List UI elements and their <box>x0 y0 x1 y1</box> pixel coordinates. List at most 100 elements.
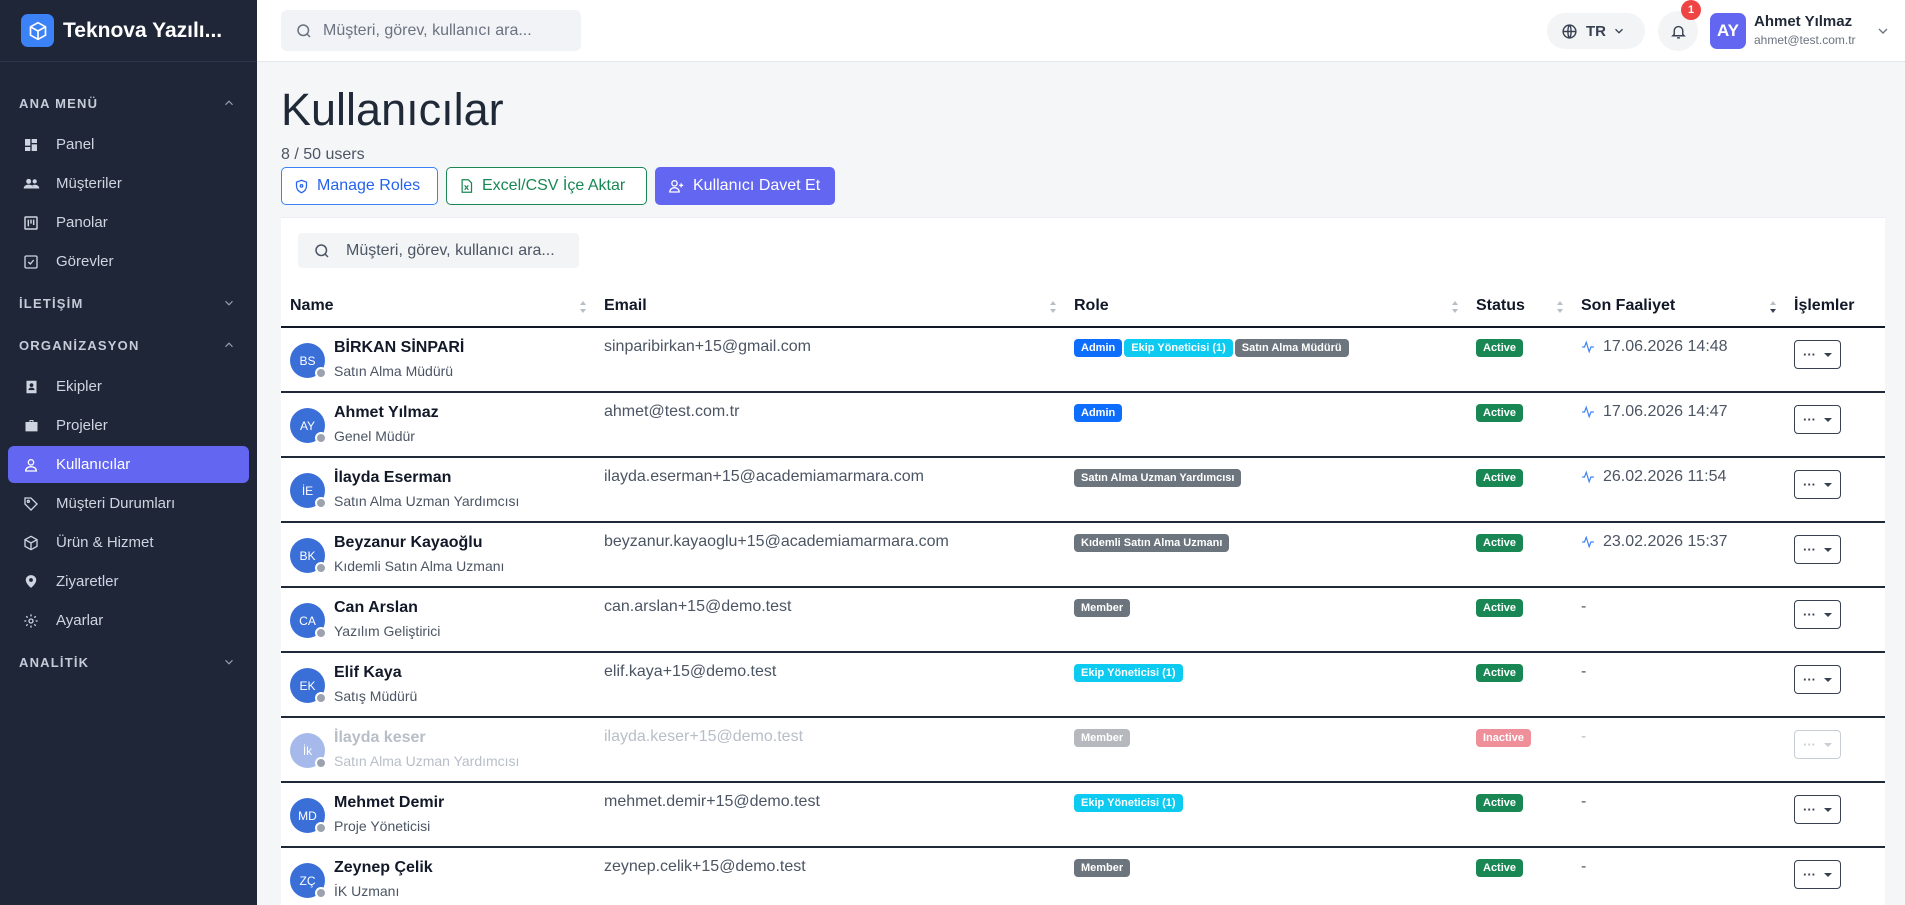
row-actions-dropdown[interactable]: ··· <box>1794 405 1841 434</box>
manage-roles-button[interactable]: Manage Roles <box>281 167 438 205</box>
user-plus-icon <box>669 180 684 193</box>
caret-down-icon <box>1824 547 1832 552</box>
column-header-email[interactable]: Email <box>595 285 1065 328</box>
activity-icon <box>1582 405 1594 419</box>
column-header-role[interactable]: Role <box>1065 285 1467 328</box>
column-header-name[interactable]: Name <box>281 285 595 328</box>
table-row[interactable]: EK Elif Kaya Satış Müdürü elif.kaya+15@demo… <box>281 652 1885 718</box>
user-avatar[interactable]: AY <box>1710 13 1746 49</box>
row-actions-dropdown[interactable]: ··· <box>1794 730 1841 759</box>
status-badge: Active <box>1476 534 1524 552</box>
role-badge: Ekip Yöneticisi (1) <box>1074 664 1183 682</box>
caret-down-icon <box>1824 677 1832 682</box>
user-name[interactable]: Can Arslan <box>334 598 440 618</box>
user-title: Satın Alma Uzman Yardımcısı <box>334 493 520 509</box>
brand[interactable]: Teknova Yazılı... <box>0 0 257 62</box>
table-row[interactable]: İE İlayda Eserman Satın Alma Uzman Yardımc… <box>281 457 1885 523</box>
cell-email: zeynep.celik+15@demo.test <box>595 847 1065 905</box>
language-selector[interactable]: TR <box>1547 13 1645 49</box>
row-actions-dropdown[interactable]: ··· <box>1794 470 1841 499</box>
nav-section-contact[interactable]: İLETİŞİM <box>0 282 257 324</box>
sidebar-item-panolar[interactable]: Panolar <box>8 204 249 241</box>
cell-email: ilayda.keser+15@demo.test <box>595 717 1065 783</box>
global-search-input[interactable]: Müşteri, görev, kullanıcı ara... <box>281 10 581 51</box>
sort-icon <box>1050 301 1056 313</box>
cell-name: BK Beyzanur Kayaoğlu Kıdemli Satın Alma Uz… <box>281 522 595 588</box>
nav-section-main[interactable]: ANA MENÜ <box>0 82 257 124</box>
row-actions-dropdown[interactable]: ··· <box>1794 860 1841 889</box>
cell-status: Active <box>1467 587 1572 653</box>
sidebar-item-gorevler[interactable]: Görevler <box>8 243 249 280</box>
user-name[interactable]: Ahmet Yılmaz <box>1754 13 1852 30</box>
table-row[interactable]: ZÇ Zeynep Çelik İK Uzmanı zeynep.celik+15@d… <box>281 847 1885 905</box>
table-row[interactable]: İk İlayda keser Satın Alma Uzman Yardımcıs… <box>281 717 1885 783</box>
sidebar-item-projeler[interactable]: Projeler <box>8 407 249 444</box>
column-header-actions: İşlemler <box>1785 285 1885 328</box>
row-actions-dropdown[interactable]: ··· <box>1794 340 1841 369</box>
last-activity: - <box>1581 663 1587 680</box>
cell-email: sinparibirkan+15@gmail.com <box>595 327 1065 393</box>
user-name[interactable]: Zeynep Çelik <box>334 858 433 878</box>
cell-email: elif.kaya+15@demo.test <box>595 652 1065 718</box>
user-title: Kıdemli Satın Alma Uzmanı <box>334 558 505 574</box>
column-header-status[interactable]: Status <box>1467 285 1572 328</box>
cell-name: CA Can Arslan Yazılım Geliştirici <box>281 587 595 653</box>
user-name[interactable]: BİRKAN SİNPARİ <box>334 338 464 358</box>
invite-user-button[interactable]: Kullanıcı Davet Et <box>655 167 835 205</box>
cell-last-activity: - <box>1572 782 1785 848</box>
row-actions-dropdown[interactable]: ··· <box>1794 795 1841 824</box>
column-header-last-activity[interactable]: Son Faaliyet <box>1572 285 1785 328</box>
user-title: Satın Alma Müdürü <box>334 363 454 379</box>
user-name[interactable]: İlayda keser <box>334 728 519 748</box>
dashboard-icon <box>22 136 40 154</box>
avatar: İE <box>290 473 327 509</box>
sidebar-item-ekipler[interactable]: Ekipler <box>8 368 249 405</box>
status-badge: Active <box>1476 794 1524 812</box>
user-email: sinparibirkan+15@gmail.com <box>604 338 811 355</box>
table-row[interactable]: AY Ahmet Yılmaz Genel Müdür ahmet@test.com.… <box>281 392 1885 458</box>
row-actions-dropdown[interactable]: ··· <box>1794 665 1841 694</box>
user-name[interactable]: Mehmet Demir <box>334 793 444 813</box>
user-name[interactable]: Elif Kaya <box>334 663 417 683</box>
cell-last-activity: 17.06.2026 14:47 <box>1572 392 1785 458</box>
import-excel-button[interactable]: Excel/CSV İçe Aktar <box>446 167 647 205</box>
sidebar-item-urun-hizmet[interactable]: Ürün & Hizmet <box>8 524 249 561</box>
user-name[interactable]: İlayda Eserman <box>334 468 519 488</box>
table-row[interactable]: MD Mehmet Demir Proje Yöneticisi mehmet.dem… <box>281 782 1885 848</box>
sidebar-item-musteriler[interactable]: Müşteriler <box>8 165 249 202</box>
user-name[interactable]: Ahmet Yılmaz <box>334 403 439 423</box>
sidebar-item-musteri-durumlari[interactable]: Müşteri Durumları <box>8 485 249 522</box>
table-row[interactable]: CA Can Arslan Yazılım Geliştirici can.arsla… <box>281 587 1885 653</box>
last-activity: - <box>1581 598 1587 615</box>
shield-icon <box>295 179 308 193</box>
cell-last-activity: 23.02.2026 15:37 <box>1572 522 1785 588</box>
cell-role: Member <box>1065 717 1467 783</box>
cell-name: MD Mehmet Demir Proje Yöneticisi <box>281 782 595 848</box>
cell-last-activity: - <box>1572 652 1785 718</box>
sidebar-item-ayarlar[interactable]: Ayarlar <box>8 602 249 639</box>
user-email: mehmet.demir+15@demo.test <box>604 793 820 810</box>
table-row[interactable]: BK Beyzanur Kayaoğlu Kıdemli Satın Alma Uz… <box>281 522 1885 588</box>
nav-section-analytics[interactable]: ANALİTİK <box>0 641 257 683</box>
status-badge: Active <box>1476 404 1524 422</box>
sidebar-item-panel[interactable]: Panel <box>8 126 249 163</box>
row-actions-dropdown[interactable]: ··· <box>1794 600 1841 629</box>
table-search-input[interactable]: Müşteri, görev, kullanıcı ara... <box>298 233 579 268</box>
sidebar-item-ziyaretler[interactable]: Ziyaretler <box>8 563 249 600</box>
user-name[interactable]: Beyzanur Kayaoğlu <box>334 533 504 553</box>
nav-section-organization[interactable]: ORGANİZASYON <box>0 324 257 366</box>
table-header-row: Name Email Role Status Son Faaliyet İşle… <box>281 285 1885 328</box>
sort-icon <box>580 301 586 313</box>
chevron-down-icon[interactable] <box>1875 23 1891 39</box>
sidebar-item-kullanicilar[interactable]: Kullanıcılar <box>8 446 249 483</box>
status-badge: Active <box>1476 599 1524 617</box>
user-title: Genel Müdür <box>334 428 415 444</box>
presence-dot <box>315 432 327 444</box>
avatar: ZÇ <box>290 863 327 899</box>
row-actions-dropdown[interactable]: ··· <box>1794 535 1841 564</box>
cell-name: AY Ahmet Yılmaz Genel Müdür <box>281 392 595 458</box>
cell-actions: ··· <box>1785 327 1885 393</box>
cell-status: Active <box>1467 522 1572 588</box>
table-row[interactable]: BS BİRKAN SİNPARİ Satın Alma Müdürü sinpari… <box>281 327 1885 393</box>
spreadsheet-icon <box>461 179 473 193</box>
